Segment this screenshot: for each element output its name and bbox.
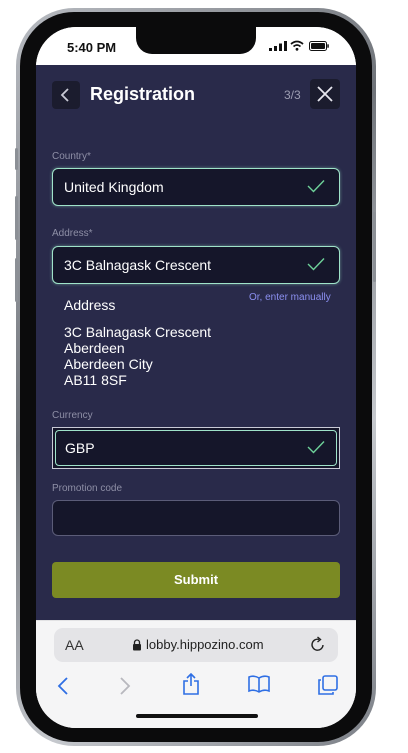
phone-mute-switch (15, 148, 18, 170)
currency-select[interactable]: GBP (52, 427, 340, 469)
close-icon (317, 86, 333, 102)
battery-icon (309, 41, 329, 51)
cellular-signal-icon (269, 41, 287, 51)
status-bar: 5:40 PM (36, 27, 356, 65)
camera-notch (136, 27, 256, 54)
address-line: Aberdeen (64, 340, 125, 356)
forward-arrow-icon[interactable] (119, 677, 131, 695)
checkmark-icon (307, 258, 325, 271)
address-line: 3C Balnagask Crescent (64, 324, 212, 340)
close-button[interactable] (310, 79, 340, 109)
country-select[interactable]: United Kingdom (52, 168, 340, 206)
status-time: 5:40 PM (67, 40, 117, 55)
address-line: Aberdeen City (64, 356, 153, 372)
bookmarks-icon[interactable] (248, 675, 270, 693)
address-label: Address* (52, 228, 93, 239)
enter-manually-link[interactable]: Or, enter manually (249, 292, 331, 303)
registration-screen: Registration 3/3 Country* United Kingdom… (36, 65, 356, 620)
checkmark-icon (307, 180, 325, 193)
checkmark-icon (307, 441, 325, 454)
url-text: lobby.hippozino.com (146, 637, 264, 652)
address-bar[interactable]: AA lobby.hippozino.com (54, 628, 338, 662)
back-button[interactable] (52, 81, 80, 109)
phone-volume-down (15, 258, 18, 302)
safari-bottom-bar: AA lobby.hippozino.com (36, 620, 356, 728)
currency-value: GBP (65, 440, 95, 456)
promotion-code-label: Promotion code (52, 483, 123, 494)
phone-power-button (373, 212, 376, 282)
home-indicator (136, 714, 258, 718)
chevron-left-icon (60, 88, 69, 102)
address-summary-heading: Address (64, 297, 116, 313)
text-size-button[interactable]: AA (65, 637, 84, 653)
phone-volume-up (15, 196, 18, 240)
currency-label: Currency (52, 410, 93, 421)
promotion-code-input[interactable] (52, 500, 340, 536)
address-search-input[interactable]: 3C Balnagask Crescent (52, 246, 340, 284)
page-title: Registration (90, 84, 196, 104)
country-value: United Kingdom (64, 179, 164, 195)
wifi-icon (290, 40, 304, 51)
address-line: AB11 8SF (64, 372, 127, 388)
country-label: Country* (52, 151, 91, 162)
submit-button[interactable]: Submit (52, 562, 340, 598)
share-icon[interactable] (182, 673, 200, 695)
tabs-icon[interactable] (318, 675, 338, 695)
address-value: 3C Balnagask Crescent (64, 257, 212, 273)
currency-field-border (55, 430, 337, 466)
step-indicator: 3/3 (284, 88, 301, 102)
lock-icon (133, 639, 141, 651)
reload-icon[interactable] (310, 636, 326, 653)
back-arrow-icon[interactable] (57, 677, 69, 695)
phone-screen: 5:40 PM Registration 3/3 Country* United… (36, 27, 356, 728)
